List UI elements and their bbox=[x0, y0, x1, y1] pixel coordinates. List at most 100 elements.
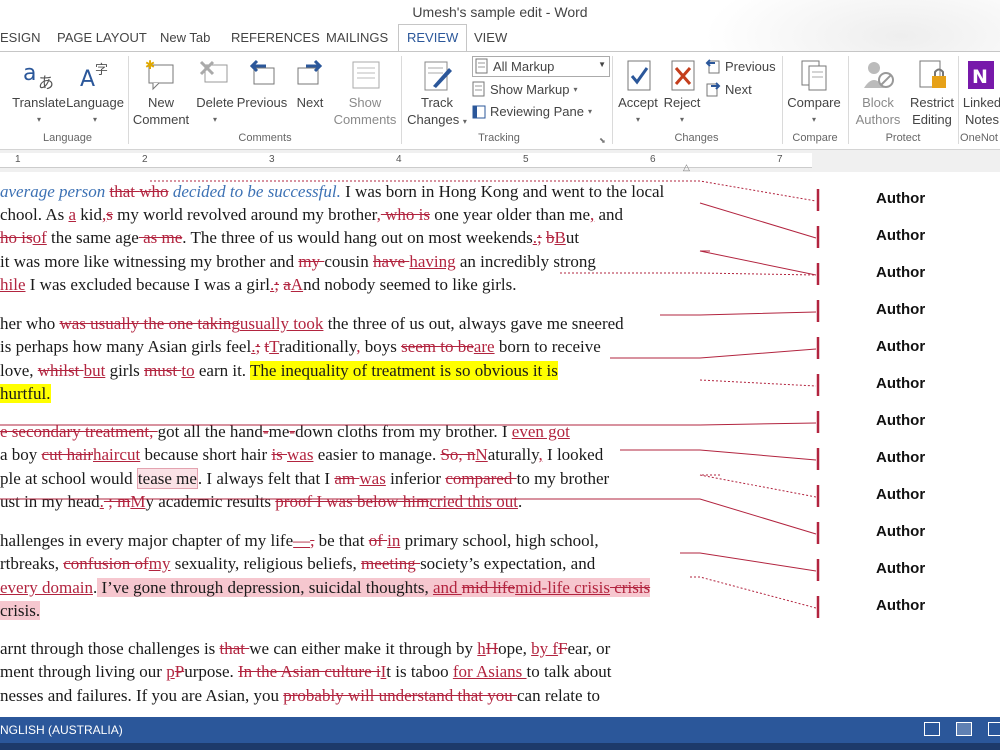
reviewing-pane-label: Reviewing Pane bbox=[490, 104, 584, 119]
previous-comment-label: Previous bbox=[236, 95, 288, 110]
language-status[interactable]: NGLISH (AUSTRALIA) bbox=[0, 723, 123, 737]
tab-page-layout[interactable]: PAGE LAYOUT bbox=[57, 30, 147, 45]
next-comment-label: Next bbox=[296, 95, 324, 110]
markup-display-icon bbox=[475, 58, 489, 77]
status-bar: NGLISH (AUSTRALIA) bbox=[0, 717, 1000, 743]
svg-text:✱: ✱ bbox=[145, 58, 155, 72]
restrict-editing-icon bbox=[919, 60, 946, 88]
language-dropdown-caret: ▾ bbox=[92, 115, 97, 124]
reject-button[interactable]: Reject ▾ bbox=[662, 58, 702, 128]
block-authors-label: Block Authors bbox=[855, 95, 901, 127]
next-change-button[interactable]: Next bbox=[705, 81, 752, 97]
svg-text:字: 字 bbox=[95, 63, 108, 78]
delete-comment-button[interactable]: Delete ▾ bbox=[194, 58, 236, 128]
tab-review[interactable]: REVIEW bbox=[398, 24, 468, 52]
svg-text:N: N bbox=[972, 66, 988, 88]
ruler-number: 7 bbox=[777, 154, 783, 165]
ribbon-separator bbox=[848, 56, 849, 144]
show-comments-label: Show Comments bbox=[333, 95, 397, 127]
comment-author[interactable]: Author bbox=[876, 227, 925, 244]
accept-button[interactable]: Accept ▾ bbox=[614, 58, 662, 128]
previous-change-button[interactable]: Previous bbox=[705, 58, 776, 74]
show-comments-icon bbox=[352, 61, 380, 89]
linked-notes-label: Linked Notes bbox=[962, 95, 1000, 127]
linked-notes-button[interactable]: N Linked Notes bbox=[960, 58, 1000, 128]
new-comment-icon: ✱ bbox=[145, 58, 174, 91]
track-changes-button[interactable]: Track Changes ▾ bbox=[404, 58, 470, 130]
language-button[interactable]: A 字 Language ▾ bbox=[64, 58, 126, 128]
ruler-number: 4 bbox=[396, 154, 402, 165]
group-label-onenote: OneNot bbox=[960, 132, 998, 144]
comment-author[interactable]: Author bbox=[876, 301, 925, 318]
accept-label: Accept bbox=[618, 95, 658, 110]
restrict-editing-label: Restrict Editing bbox=[909, 95, 955, 127]
next-comment-icon bbox=[297, 59, 323, 85]
reviewing-pane-icon bbox=[472, 105, 486, 118]
markup-display-select[interactable]: All Markup ▼ bbox=[472, 56, 610, 77]
translate-button[interactable]: a あ Translate ▾ bbox=[10, 58, 68, 128]
print-layout-icon[interactable] bbox=[956, 722, 972, 736]
ribbon-separator bbox=[401, 56, 402, 144]
comment-connectors bbox=[0, 180, 820, 618]
block-authors-icon bbox=[864, 62, 894, 88]
horizontal-ruler[interactable]: 1 2 3 4 5 6 7 △ bbox=[0, 150, 1000, 172]
group-label-tracking: Tracking bbox=[478, 132, 520, 144]
reject-label: Reject bbox=[663, 95, 701, 110]
comment-author[interactable]: Author bbox=[876, 597, 925, 614]
comment-author[interactable]: Author bbox=[876, 190, 925, 207]
tab-design[interactable]: ESIGN bbox=[0, 30, 40, 45]
show-markup-caret: ▾ bbox=[573, 84, 578, 94]
reject-icon bbox=[671, 60, 695, 91]
tab-new-tab[interactable]: New Tab bbox=[160, 30, 210, 45]
group-label-language: Language bbox=[43, 132, 92, 144]
ruler-number: 2 bbox=[142, 154, 148, 165]
comment-author[interactable]: Author bbox=[876, 412, 925, 429]
ruler-number: 5 bbox=[523, 154, 529, 165]
comment-author[interactable]: Author bbox=[876, 449, 925, 466]
reviewing-pane-button[interactable]: Reviewing Pane ▾ bbox=[472, 104, 592, 119]
tab-references[interactable]: REFERENCES bbox=[231, 30, 320, 45]
ruler-number: 6 bbox=[650, 154, 656, 165]
compare-button[interactable]: Compare ▾ bbox=[784, 58, 844, 128]
svg-text:あ: あ bbox=[38, 73, 54, 92]
compare-icon bbox=[801, 60, 827, 91]
onenote-icon: N bbox=[968, 61, 994, 89]
accept-dropdown-caret: ▾ bbox=[635, 115, 640, 124]
delete-dropdown-caret: ▾ bbox=[212, 115, 217, 124]
translate-dropdown-caret: ▾ bbox=[36, 115, 41, 124]
comment-author[interactable]: Author bbox=[876, 264, 925, 281]
new-comment-button[interactable]: ✱ New Comment bbox=[130, 58, 192, 128]
read-mode-icon[interactable] bbox=[924, 722, 940, 736]
previous-change-icon bbox=[705, 59, 720, 74]
comment-author[interactable]: Author bbox=[876, 375, 925, 392]
comment-author[interactable]: Author bbox=[876, 560, 925, 577]
tab-view[interactable]: VIEW bbox=[474, 30, 507, 45]
language-icon: A 字 bbox=[80, 63, 108, 92]
restrict-editing-button[interactable]: Restrict Editing bbox=[906, 58, 958, 128]
previous-comment-icon bbox=[249, 59, 275, 85]
comment-author[interactable]: Author bbox=[876, 486, 925, 503]
show-comments-button[interactable]: Show Comments bbox=[332, 58, 398, 128]
web-layout-icon[interactable] bbox=[988, 722, 1000, 736]
comment-author[interactable]: Author bbox=[876, 523, 925, 540]
ruler-number: 1 bbox=[15, 154, 21, 165]
tab-mailings[interactable]: MAILINGS bbox=[326, 30, 388, 45]
reviewing-pane-caret: ▾ bbox=[587, 107, 592, 116]
ribbon-separator bbox=[958, 56, 959, 144]
dropdown-arrow-icon: ▼ bbox=[598, 60, 606, 69]
comment-author[interactable]: Author bbox=[876, 338, 925, 355]
block-authors-button[interactable]: Block Authors bbox=[850, 58, 906, 128]
svg-text:A: A bbox=[80, 67, 95, 92]
taskbar bbox=[0, 743, 1000, 750]
track-changes-dropdown-caret: ▾ bbox=[462, 117, 467, 126]
show-markup-button[interactable]: Show Markup ▾ bbox=[472, 81, 578, 97]
next-comment-button[interactable]: Next bbox=[288, 58, 332, 111]
markup-display-value: All Markup bbox=[493, 59, 555, 74]
ribbon-separator bbox=[612, 56, 613, 144]
compare-label: Compare bbox=[787, 95, 841, 110]
language-label: Language bbox=[66, 95, 124, 110]
window-title: Umesh's sample edit - Word bbox=[412, 4, 588, 20]
previous-comment-button[interactable]: Previous bbox=[236, 58, 288, 111]
tracking-options-launcher-icon[interactable]: ⬊ bbox=[599, 136, 606, 145]
svg-text:a: a bbox=[23, 61, 36, 86]
